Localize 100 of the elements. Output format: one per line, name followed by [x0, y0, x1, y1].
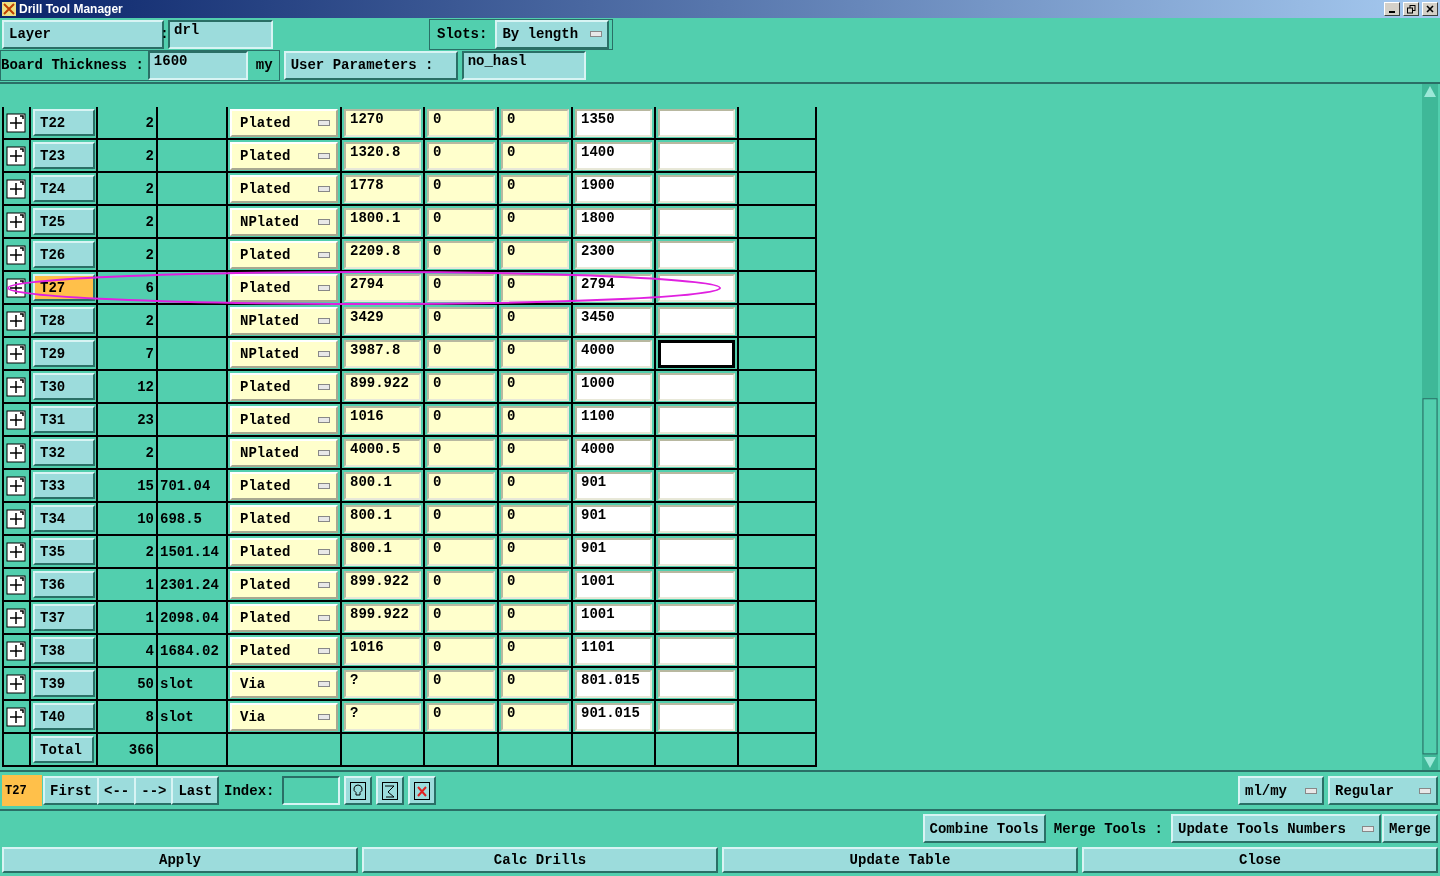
expand-icon[interactable]	[6, 178, 26, 199]
expand-icon[interactable]	[6, 673, 26, 694]
expand-icon[interactable]	[6, 343, 26, 364]
input-field[interactable]: 1400	[575, 141, 652, 170]
navigation-button[interactable]: Last	[171, 776, 220, 805]
input-field[interactable]: 899.922	[344, 372, 421, 401]
type-dropdown[interactable]: Plated	[230, 504, 338, 533]
bulb-icon[interactable]	[344, 776, 373, 805]
input-field[interactable]: 901.015	[575, 702, 652, 731]
tool-button[interactable]: T34	[33, 505, 95, 532]
input-field[interactable]	[658, 372, 735, 401]
type-dropdown[interactable]: NPlated	[230, 438, 338, 467]
tool-button[interactable]: T35	[33, 538, 95, 565]
input-field[interactable]: 1000	[575, 372, 652, 401]
input-field[interactable]: 0	[427, 438, 495, 467]
input-field[interactable]: 0	[427, 240, 495, 269]
tool-button[interactable]: T30	[33, 373, 95, 400]
tool-button[interactable]: T24	[33, 175, 95, 202]
expand-icon[interactable]	[6, 574, 26, 595]
type-dropdown[interactable]: Plated	[230, 603, 338, 632]
expand-icon[interactable]	[6, 640, 26, 661]
type-dropdown[interactable]: Plated	[230, 636, 338, 665]
input-field[interactable]: 4000	[575, 339, 652, 368]
close-button[interactable]	[1422, 2, 1438, 16]
input-field[interactable]: 1320.8	[344, 141, 421, 170]
expand-icon[interactable]	[6, 376, 26, 397]
input-field[interactable]: 0	[501, 603, 569, 632]
user-parameters-button[interactable]: User Parameters :	[283, 50, 458, 80]
slots-dropdown[interactable]: By length	[495, 19, 610, 49]
input-field[interactable]: 1350	[575, 108, 652, 137]
input-field[interactable]: 3450	[575, 306, 652, 335]
input-field[interactable]: 0	[427, 372, 495, 401]
input-field[interactable]: 2209.8	[344, 240, 421, 269]
input-field[interactable]: 0	[501, 537, 569, 566]
type-dropdown[interactable]: Plated	[230, 273, 338, 302]
input-field[interactable]: 3987.8	[344, 339, 421, 368]
minimize-button[interactable]	[1384, 2, 1400, 16]
input-field[interactable]: ?	[344, 669, 421, 698]
input-field[interactable]: 1100	[575, 405, 652, 434]
input-field[interactable]: 901	[575, 537, 652, 566]
input-field[interactable]: 0	[501, 405, 569, 434]
input-field[interactable]: 901	[575, 504, 652, 533]
restore-button[interactable]	[1403, 2, 1419, 16]
input-field[interactable]: 4000	[575, 438, 652, 467]
input-field[interactable]: 0	[427, 504, 495, 533]
input-field[interactable]: 0	[501, 240, 569, 269]
tool-button[interactable]: T23	[33, 142, 95, 169]
input-field[interactable]	[658, 174, 735, 203]
input-field[interactable]: 1001	[575, 570, 652, 599]
type-dropdown[interactable]: Via	[230, 669, 338, 698]
type-dropdown[interactable]: Plated	[230, 570, 338, 599]
tool-button[interactable]: T33	[33, 472, 95, 499]
tool-button[interactable]: T37	[33, 604, 95, 631]
input-field[interactable]: 2794	[344, 273, 421, 302]
input-field[interactable]: 0	[501, 108, 569, 137]
expand-icon[interactable]	[6, 475, 26, 496]
input-field[interactable]: 0	[501, 339, 569, 368]
type-dropdown[interactable]: Plated	[230, 372, 338, 401]
navigation-button[interactable]: -->	[134, 776, 174, 805]
tool-button[interactable]: T29	[33, 340, 95, 367]
expand-icon[interactable]	[6, 442, 26, 463]
expand-icon[interactable]	[6, 211, 26, 232]
mode-dropdown[interactable]: Regular	[1328, 776, 1438, 805]
type-dropdown[interactable]: Plated	[230, 471, 338, 500]
layer-button[interactable]: Layer :	[2, 19, 164, 49]
expand-icon[interactable]	[6, 508, 26, 529]
input-field[interactable]: 0	[427, 306, 495, 335]
input-field[interactable]: 0	[427, 405, 495, 434]
type-dropdown[interactable]: Plated	[230, 174, 338, 203]
input-field[interactable]: 0	[501, 306, 569, 335]
input-field[interactable]	[658, 702, 735, 731]
input-field[interactable]	[658, 438, 735, 467]
input-field[interactable]: 0	[501, 141, 569, 170]
input-field[interactable]: 800.1	[344, 537, 421, 566]
input-field[interactable]	[658, 339, 735, 368]
input-field[interactable]: 0	[427, 537, 495, 566]
index-field[interactable]	[282, 776, 341, 805]
input-field[interactable]: 901	[575, 471, 652, 500]
tool-button[interactable]: T39	[33, 670, 95, 697]
input-field[interactable]: 0	[427, 570, 495, 599]
input-field[interactable]: 0	[427, 207, 495, 236]
expand-icon[interactable]	[6, 706, 26, 727]
type-dropdown[interactable]: Plated	[230, 141, 338, 170]
input-field[interactable]: 800.1	[344, 504, 421, 533]
action-button[interactable]: Update Table	[722, 846, 1078, 873]
input-field[interactable]	[658, 207, 735, 236]
input-field[interactable]: 0	[501, 438, 569, 467]
layer-field[interactable]: drl	[168, 19, 273, 49]
input-field[interactable]: 0	[427, 273, 495, 302]
input-field[interactable]: 0	[501, 207, 569, 236]
expand-icon[interactable]	[6, 145, 26, 166]
input-field[interactable]: 801.015	[575, 669, 652, 698]
input-field[interactable]: 1800.1	[344, 207, 421, 236]
expand-icon[interactable]	[6, 607, 26, 628]
input-field[interactable]	[658, 636, 735, 665]
input-field[interactable]	[658, 240, 735, 269]
tool-button[interactable]: T28	[33, 307, 95, 334]
tool-button[interactable]: T40	[33, 703, 95, 730]
input-field[interactable]: 3429	[344, 306, 421, 335]
input-field[interactable]: 1016	[344, 405, 421, 434]
